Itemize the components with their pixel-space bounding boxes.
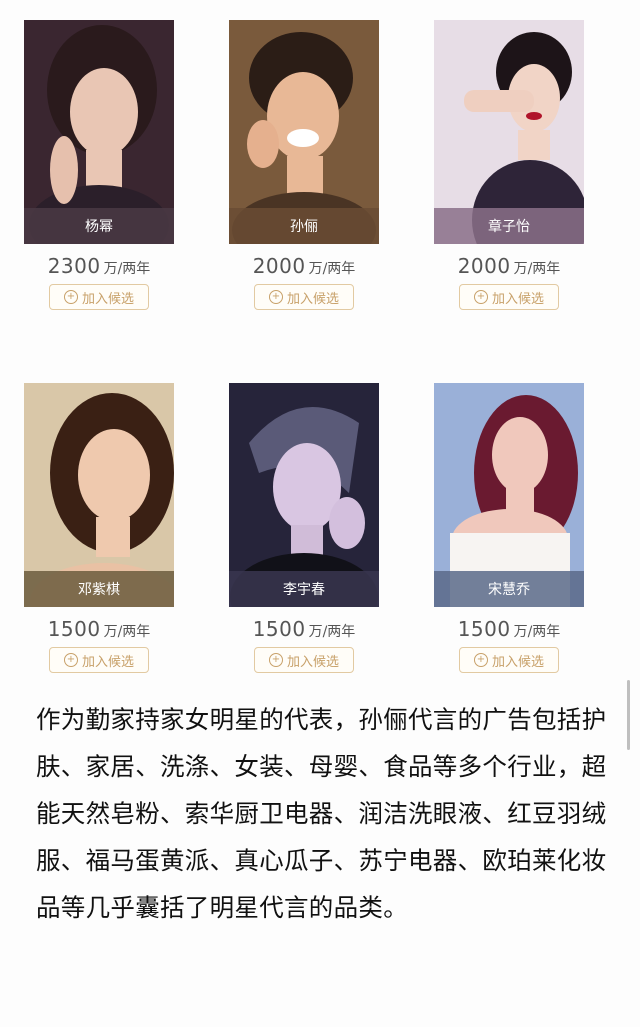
plus-circle-icon: +: [268, 290, 283, 304]
article-paragraph: 作为勤家持家女明星的代表，孙俪代言的广告包括护肤、家居、洗涤、女装、母婴、食品等…: [36, 705, 607, 922]
celebrity-photo[interactable]: 宋慧乔: [434, 383, 584, 607]
celebrity-card: 杨幂 2300 万/两年 + 加入候选: [24, 20, 174, 310]
price: 2000 万/两年: [434, 254, 584, 278]
add-candidate-button[interactable]: + 加入候选: [49, 647, 149, 673]
celebrity-photo[interactable]: 章子怡: [434, 20, 584, 244]
price-amount: 2300: [47, 254, 101, 278]
price: 1500 万/两年: [434, 617, 584, 641]
price: 2000 万/两年: [229, 254, 379, 278]
add-candidate-label: 加入候选: [81, 654, 134, 670]
plus-circle-icon: +: [268, 653, 283, 667]
price-unit: 万/两年: [103, 261, 151, 277]
celebrity-name: 章子怡: [434, 208, 584, 244]
price: 2300 万/两年: [24, 254, 174, 278]
price-amount: 1500: [252, 617, 306, 641]
price-amount: 2000: [457, 254, 511, 278]
add-candidate-label: 加入候选: [491, 654, 544, 670]
price-amount: 2000: [252, 254, 306, 278]
plus-circle-icon: +: [473, 290, 488, 304]
scrollbar[interactable]: [627, 680, 630, 750]
add-candidate-button[interactable]: + 加入候选: [459, 284, 559, 310]
celebrity-photo[interactable]: 邓紫棋: [24, 383, 174, 607]
add-candidate-label: 加入候选: [286, 654, 339, 670]
price-amount: 1500: [47, 617, 101, 641]
celebrity-name: 李宇春: [229, 571, 379, 607]
add-candidate-button[interactable]: + 加入候选: [49, 284, 149, 310]
page: 杨幂 2300 万/两年 + 加入候选 孙俪 2000 万/两年 + 加入候选 …: [0, 0, 640, 1027]
celebrity-card: 章子怡 2000 万/两年 + 加入候选: [434, 20, 584, 310]
plus-circle-icon: +: [63, 290, 78, 304]
celebrity-photo[interactable]: 李宇春: [229, 383, 379, 607]
celebrity-card: 孙俪 2000 万/两年 + 加入候选: [229, 20, 379, 310]
add-candidate-button[interactable]: + 加入候选: [254, 647, 354, 673]
celebrity-photo[interactable]: 孙俪: [229, 20, 379, 244]
celebrity-card: 邓紫棋 1500 万/两年 + 加入候选: [24, 383, 174, 673]
price-unit: 万/两年: [308, 261, 356, 277]
add-candidate-label: 加入候选: [491, 291, 544, 307]
price: 1500 万/两年: [229, 617, 379, 641]
celebrity-card: 李宇春 1500 万/两年 + 加入候选: [229, 383, 379, 673]
price-amount: 1500: [457, 617, 511, 641]
price-unit: 万/两年: [513, 624, 561, 640]
celebrity-photo[interactable]: 杨幂: [24, 20, 174, 244]
add-candidate-label: 加入候选: [286, 291, 339, 307]
celebrity-card: 宋慧乔 1500 万/两年 + 加入候选: [434, 383, 584, 673]
add-candidate-label: 加入候选: [81, 291, 134, 307]
plus-circle-icon: +: [473, 653, 488, 667]
add-candidate-button[interactable]: + 加入候选: [459, 647, 559, 673]
plus-circle-icon: +: [63, 653, 78, 667]
price-unit: 万/两年: [308, 624, 356, 640]
celebrity-name: 杨幂: [24, 208, 174, 244]
celebrity-name: 宋慧乔: [434, 571, 584, 607]
price-unit: 万/两年: [513, 261, 561, 277]
price: 1500 万/两年: [24, 617, 174, 641]
celebrity-name: 邓紫棋: [24, 571, 174, 607]
add-candidate-button[interactable]: + 加入候选: [254, 284, 354, 310]
celebrity-name: 孙俪: [229, 208, 379, 244]
price-unit: 万/两年: [103, 624, 151, 640]
